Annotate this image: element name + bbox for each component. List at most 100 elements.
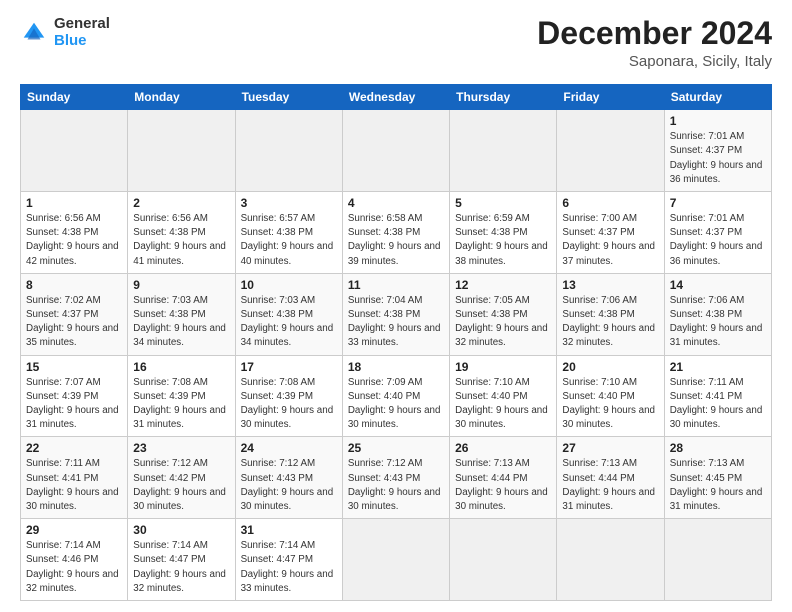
day-number: 19 [455,360,551,374]
day-number: 21 [670,360,766,374]
calendar-subtitle: Saponara, Sicily, Italy [537,53,772,70]
calendar-cell: 6 Sunrise: 7:00 AM Sunset: 4:37 PM Daylig… [557,192,664,274]
calendar-cell: 3 Sunrise: 6:57 AM Sunset: 4:38 PM Daylig… [235,192,342,274]
day-info: Sunrise: 7:06 AM Sunset: 4:38 PM Dayligh… [670,294,766,351]
day-info: Sunrise: 6:56 AM Sunset: 4:38 PM Dayligh… [133,212,229,269]
day-info: Sunrise: 6:58 AM Sunset: 4:38 PM Dayligh… [348,212,444,269]
day-info: Sunrise: 7:14 AM Sunset: 4:46 PM Dayligh… [26,539,122,596]
title-block: December 2024 Saponara, Sicily, Italy [537,16,772,70]
page-header: General Blue December 2024 Saponara, Sic… [20,16,772,70]
calendar-week-0: 1Sunrise: 7:01 AM Sunset: 4:37 PM Daylig… [21,110,772,192]
calendar-cell [450,110,557,192]
day-info: Sunrise: 7:00 AM Sunset: 4:37 PM Dayligh… [562,212,658,269]
day-info: Sunrise: 7:12 AM Sunset: 4:43 PM Dayligh… [348,457,444,514]
calendar-cell: 8 Sunrise: 7:02 AM Sunset: 4:37 PM Daylig… [21,273,128,355]
calendar-cell [664,519,771,601]
page-container: General Blue December 2024 Saponara, Sic… [0,0,792,611]
day-number: 4 [348,196,444,210]
calendar-cell: 17 Sunrise: 7:08 AM Sunset: 4:39 PM Dayli… [235,355,342,437]
calendar-cell: 31Sunrise: 7:14 AM Sunset: 4:47 PM Dayli… [235,519,342,601]
calendar-cell: 11 Sunrise: 7:04 AM Sunset: 4:38 PM Dayli… [342,273,449,355]
calendar-cell [557,110,664,192]
calendar-cell: 20Sunrise: 7:10 AM Sunset: 4:40 PM Dayli… [557,355,664,437]
col-thursday: Thursday [450,85,557,110]
day-number: 27 [562,441,658,455]
calendar-cell [342,110,449,192]
calendar-cell: 12Sunrise: 7:05 AM Sunset: 4:38 PM Dayli… [450,273,557,355]
day-number: 24 [241,441,337,455]
day-number: 25 [348,441,444,455]
calendar-cell: 7 Sunrise: 7:01 AM Sunset: 4:37 PM Daylig… [664,192,771,274]
day-number: 14 [670,278,766,292]
calendar-cell [235,110,342,192]
calendar-cell: 24 Sunrise: 7:12 AM Sunset: 4:43 PM Dayli… [235,437,342,519]
day-info: Sunrise: 7:08 AM Sunset: 4:39 PM Dayligh… [241,376,337,433]
day-info: Sunrise: 7:02 AM Sunset: 4:37 PM Dayligh… [26,294,122,351]
day-number: 28 [670,441,766,455]
day-number: 7 [670,196,766,210]
calendar-cell: 16 Sunrise: 7:08 AM Sunset: 4:39 PM Dayli… [128,355,235,437]
day-number: 16 [133,360,229,374]
calendar-cell: 27 Sunrise: 7:13 AM Sunset: 4:44 PM Dayli… [557,437,664,519]
calendar-cell [128,110,235,192]
logo-icon [20,19,48,47]
day-number: 9 [133,278,229,292]
day-number: 2 [133,196,229,210]
day-number: 5 [455,196,551,210]
day-number: 26 [455,441,551,455]
day-number: 11 [348,278,444,292]
col-saturday: Saturday [664,85,771,110]
day-number: 23 [133,441,229,455]
day-number: 6 [562,196,658,210]
calendar-cell: 4 Sunrise: 6:58 AM Sunset: 4:38 PM Daylig… [342,192,449,274]
day-number: 30 [133,523,229,537]
day-info: Sunrise: 7:14 AM Sunset: 4:47 PM Dayligh… [241,539,337,596]
col-friday: Friday [557,85,664,110]
day-info: Sunrise: 7:14 AM Sunset: 4:47 PM Dayligh… [133,539,229,596]
day-info: Sunrise: 7:10 AM Sunset: 4:40 PM Dayligh… [455,376,551,433]
col-wednesday: Wednesday [342,85,449,110]
day-number: 1 [26,196,122,210]
day-info: Sunrise: 7:10 AM Sunset: 4:40 PM Dayligh… [562,376,658,433]
day-info: Sunrise: 7:11 AM Sunset: 4:41 PM Dayligh… [670,376,766,433]
calendar-week-4: 22Sunrise: 7:11 AM Sunset: 4:41 PM Dayli… [21,437,772,519]
logo-blue: Blue [54,33,110,50]
calendar-cell: 21 Sunrise: 7:11 AM Sunset: 4:41 PM Dayli… [664,355,771,437]
calendar-cell: 10Sunrise: 7:03 AM Sunset: 4:38 PM Dayli… [235,273,342,355]
calendar-cell: 9Sunrise: 7:03 AM Sunset: 4:38 PM Daylig… [128,273,235,355]
day-info: Sunrise: 7:06 AM Sunset: 4:38 PM Dayligh… [562,294,658,351]
day-number: 17 [241,360,337,374]
calendar-cell: 14 Sunrise: 7:06 AM Sunset: 4:38 PM Dayli… [664,273,771,355]
calendar-cell: 28Sunrise: 7:13 AM Sunset: 4:45 PM Dayli… [664,437,771,519]
day-number: 10 [241,278,337,292]
calendar-week-1: 1 Sunrise: 6:56 AM Sunset: 4:38 PM Daylig… [21,192,772,274]
day-info: Sunrise: 6:59 AM Sunset: 4:38 PM Dayligh… [455,212,551,269]
day-info: Sunrise: 7:04 AM Sunset: 4:38 PM Dayligh… [348,294,444,351]
calendar-cell: 5 Sunrise: 6:59 AM Sunset: 4:38 PM Daylig… [450,192,557,274]
calendar-cell: 26 Sunrise: 7:13 AM Sunset: 4:44 PM Dayli… [450,437,557,519]
calendar-cell: 25 Sunrise: 7:12 AM Sunset: 4:43 PM Dayli… [342,437,449,519]
day-info: Sunrise: 7:01 AM Sunset: 4:37 PM Dayligh… [670,212,766,269]
calendar-week-2: 8 Sunrise: 7:02 AM Sunset: 4:37 PM Daylig… [21,273,772,355]
day-number: 18 [348,360,444,374]
calendar-cell: 15Sunrise: 7:07 AM Sunset: 4:39 PM Dayli… [21,355,128,437]
day-info: Sunrise: 7:12 AM Sunset: 4:43 PM Dayligh… [241,457,337,514]
day-info: Sunrise: 7:09 AM Sunset: 4:40 PM Dayligh… [348,376,444,433]
day-info: Sunrise: 7:08 AM Sunset: 4:39 PM Dayligh… [133,376,229,433]
day-number: 8 [26,278,122,292]
day-info: Sunrise: 6:57 AM Sunset: 4:38 PM Dayligh… [241,212,337,269]
logo-general: General [54,16,110,33]
calendar-week-5: 29Sunrise: 7:14 AM Sunset: 4:46 PM Dayli… [21,519,772,601]
calendar-cell: 1Sunrise: 6:56 AM Sunset: 4:38 PM Daylig… [21,192,128,274]
logo: General Blue [20,16,110,49]
day-info: Sunrise: 7:13 AM Sunset: 4:44 PM Dayligh… [455,457,551,514]
day-info: Sunrise: 7:13 AM Sunset: 4:44 PM Dayligh… [562,457,658,514]
calendar-cell: 19 Sunrise: 7:10 AM Sunset: 4:40 PM Dayli… [450,355,557,437]
calendar-table: Sunday Monday Tuesday Wednesday Thursday… [20,84,772,601]
calendar-cell: 29Sunrise: 7:14 AM Sunset: 4:46 PM Dayli… [21,519,128,601]
day-info: Sunrise: 7:11 AM Sunset: 4:41 PM Dayligh… [26,457,122,514]
calendar-cell [342,519,449,601]
day-info: Sunrise: 7:12 AM Sunset: 4:42 PM Dayligh… [133,457,229,514]
day-number: 3 [241,196,337,210]
col-sunday: Sunday [21,85,128,110]
